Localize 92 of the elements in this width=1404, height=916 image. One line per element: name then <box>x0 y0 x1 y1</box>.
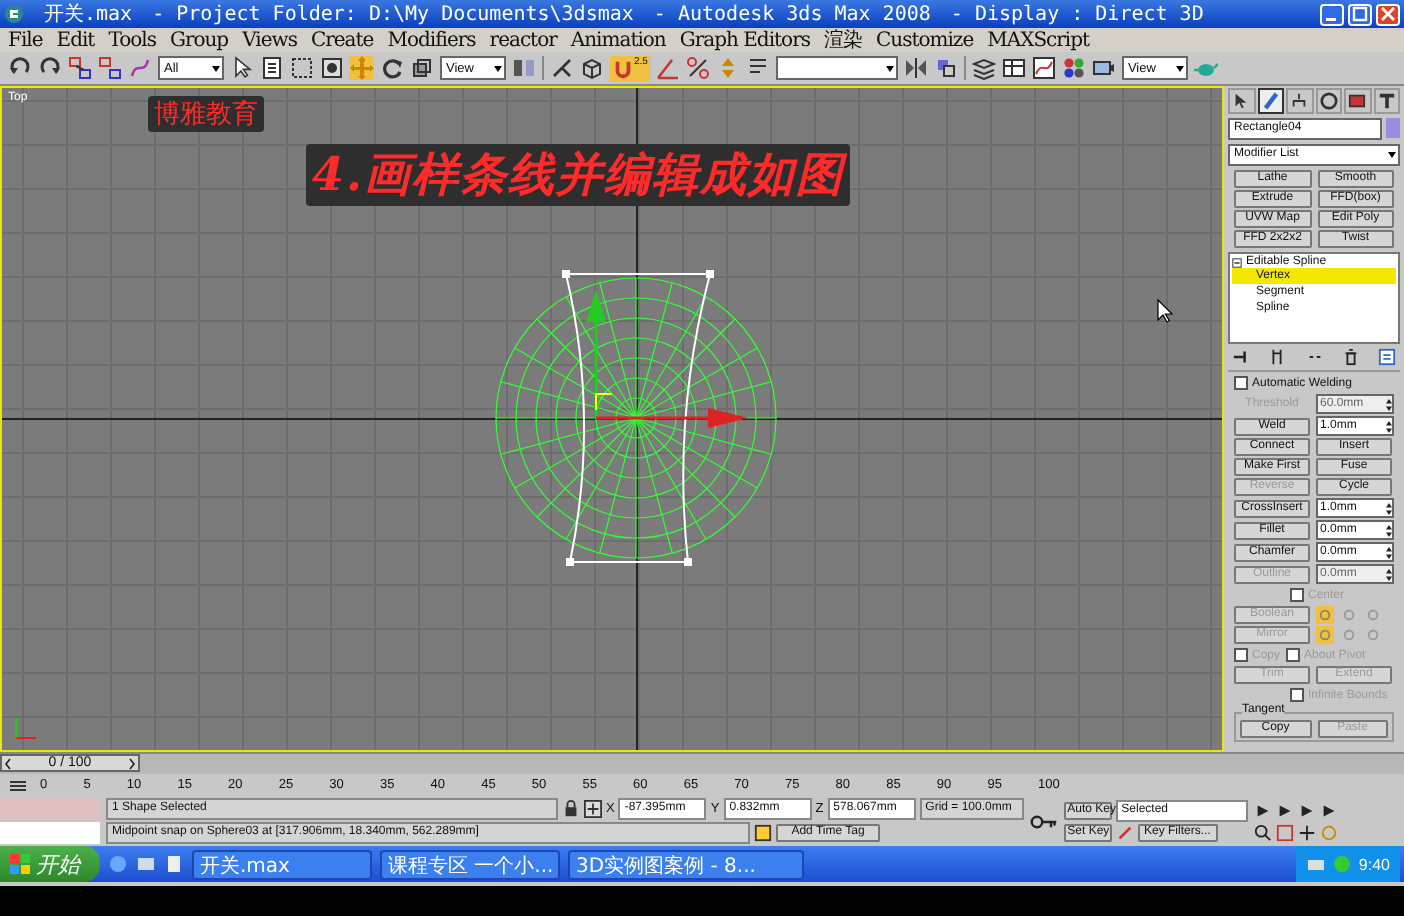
spinner-arrows-icon[interactable] <box>1386 501 1392 515</box>
windows-logo-icon <box>10 854 30 874</box>
unlink-icon[interactable] <box>98 56 122 80</box>
spinner-arrows-icon[interactable] <box>1386 419 1392 433</box>
rotate-icon[interactable] <box>380 56 404 80</box>
axis-tripod-icon <box>15 717 37 739</box>
lock-icon[interactable] <box>562 800 580 818</box>
menu-item[interactable]: 渲染 <box>823 26 862 54</box>
manipulate-icon[interactable] <box>550 56 574 80</box>
menu-item[interactable]: Graph Editors <box>679 29 810 51</box>
maximize-icon <box>1352 6 1368 22</box>
pivot-center-icon[interactable] <box>512 56 536 80</box>
object-color-swatch[interactable] <box>1386 118 1400 138</box>
curve-editor-icon[interactable] <box>8 777 28 793</box>
menu-item[interactable]: Edit <box>56 29 95 51</box>
mirror-icon[interactable] <box>903 56 928 80</box>
motion-icon[interactable] <box>1315 88 1342 114</box>
menu-item[interactable]: Modifiers <box>387 29 476 51</box>
configure-icon[interactable] <box>1378 348 1396 366</box>
spinner-arrows-icon[interactable] <box>1386 523 1392 537</box>
render-setup-icon[interactable] <box>1091 56 1116 80</box>
menu-item[interactable]: reactor <box>489 29 557 51</box>
pin-icon[interactable] <box>1232 348 1250 366</box>
window-crossing-icon[interactable] <box>320 56 344 80</box>
spinner-arrows-icon[interactable] <box>1386 397 1392 411</box>
caret-icon <box>1175 65 1184 71</box>
taskbar-button[interactable]: 开关.max <box>192 849 372 879</box>
caret-icon <box>494 65 502 71</box>
menu-item[interactable]: Create <box>310 29 374 51</box>
next-frame-icon[interactable] <box>127 757 136 769</box>
mouse-cursor-icon <box>1157 298 1174 323</box>
window-title: - Display : Direct 3D <box>950 3 1204 25</box>
percent-snap-icon[interactable] <box>685 56 710 80</box>
modify-icon[interactable] <box>1257 88 1284 114</box>
status-dot-icon[interactable] <box>1332 854 1353 874</box>
create-icon[interactable] <box>1228 88 1255 114</box>
brand-caption: 博雅教育 <box>148 96 264 132</box>
caret-icon <box>212 65 220 71</box>
window-title: - Autodesk 3ds Max 2008 <box>653 3 931 25</box>
clock: 9:40 <box>1358 855 1390 873</box>
caret-icon <box>885 65 894 71</box>
remove-modifier-icon[interactable] <box>1341 348 1360 366</box>
link-icon[interactable] <box>68 56 92 80</box>
magnet-icon <box>612 57 634 79</box>
menu-item[interactable]: File <box>8 29 43 51</box>
desktop-icon[interactable] <box>136 854 156 874</box>
show-end-result-icon[interactable] <box>1268 348 1287 366</box>
start-button[interactable]: 开始 <box>0 846 100 882</box>
close-button[interactable] <box>1376 3 1400 25</box>
maxscript-listener-field[interactable] <box>0 798 100 820</box>
menu-item[interactable]: Animation <box>570 29 666 51</box>
previous-frame-icon[interactable] <box>4 757 12 769</box>
menu-item[interactable]: Customize <box>875 29 974 51</box>
table-icon[interactable] <box>1001 56 1026 80</box>
select-icon[interactable] <box>230 56 254 80</box>
menu-item[interactable]: MAXScript <box>987 29 1090 51</box>
curve-editor-icon[interactable] <box>1031 56 1056 80</box>
material-editor-icon[interactable] <box>1061 56 1086 80</box>
scale-icon[interactable] <box>410 56 434 80</box>
utilities-icon[interactable] <box>1373 88 1400 114</box>
step-title: 4.画样条线并编辑成如图 <box>306 144 851 206</box>
named-selection-dropdown[interactable] <box>775 56 898 80</box>
media-icon[interactable] <box>164 854 184 874</box>
taskbar-button[interactable]: 课程专区 一个小... <box>380 849 560 879</box>
region-select-icon[interactable] <box>290 56 314 80</box>
maxscript-input-field[interactable] <box>0 822 100 844</box>
taskbar-button[interactable]: 3D实例图案例 - 8... <box>568 849 804 879</box>
minimize-button[interactable] <box>1320 3 1344 25</box>
select-by-name-icon[interactable] <box>260 56 284 80</box>
window-title: 开关.max <box>44 1 133 28</box>
spinner-arrows-icon[interactable] <box>1386 567 1392 581</box>
cube-icon[interactable] <box>580 56 604 80</box>
absolute-mode-icon[interactable] <box>584 800 602 818</box>
window-title: - Project Folder: D:\My Documents\3dsmax <box>152 3 634 25</box>
menu-item[interactable]: Tools <box>108 29 156 51</box>
hierarchy-icon[interactable] <box>1286 88 1313 114</box>
caret-icon <box>1388 152 1396 158</box>
move-gizmo-drawing[interactable] <box>586 290 748 428</box>
align-icon[interactable] <box>933 56 958 80</box>
collapse-toggle-icon[interactable] <box>1232 257 1242 267</box>
menu-item[interactable]: Group <box>169 29 229 51</box>
time-tag-icon[interactable] <box>754 824 772 842</box>
zoom-icon[interactable] <box>1253 823 1272 841</box>
app-logo-icon <box>4 4 24 24</box>
display-icon[interactable] <box>1344 88 1371 114</box>
spinner-arrows-icon[interactable] <box>1386 545 1392 559</box>
layers-icon[interactable] <box>971 56 996 80</box>
pan-icon[interactable] <box>1297 823 1316 841</box>
close-icon <box>1380 6 1396 22</box>
browser-icon[interactable] <box>108 854 128 874</box>
maximize-button[interactable] <box>1348 3 1372 25</box>
menu-item[interactable]: Views <box>242 29 297 51</box>
